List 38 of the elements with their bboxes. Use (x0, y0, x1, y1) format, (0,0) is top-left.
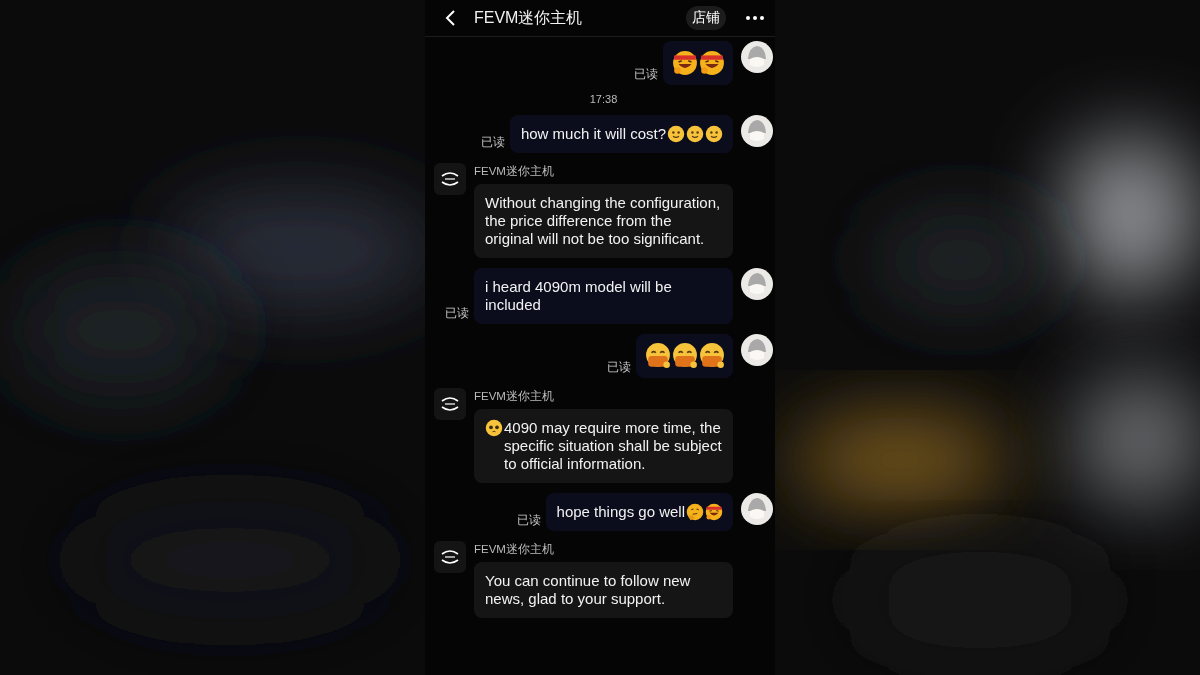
read-status: 已读 (516, 512, 541, 529)
more-icon[interactable] (745, 15, 765, 21)
logo-icon[interactable] (434, 541, 466, 573)
back-icon[interactable] (444, 9, 456, 27)
timestamp: 17:38 (588, 93, 619, 105)
read-status: 已读 (607, 359, 631, 376)
avatar-icon[interactable] (741, 41, 773, 73)
face-with-hands-icon (645, 343, 671, 369)
read-status: 已读 (480, 134, 505, 151)
sender-name: FEVM迷你主机 (474, 389, 555, 404)
smiling-face-icon (667, 125, 685, 143)
face-with-hands-icon (672, 343, 698, 369)
avatar-icon[interactable] (741, 493, 773, 525)
message-text: how much it will cost? (520, 125, 666, 143)
read-status: 已读 (634, 66, 658, 83)
pleading-face-icon (485, 419, 503, 437)
shop-button[interactable]: 店铺 (686, 6, 726, 30)
grinning-face-icon (705, 503, 723, 521)
message-text: 4090 may require more time, the specific situation shall be subject to official information. (504, 419, 723, 473)
smiling-face-icon (686, 125, 704, 143)
logo-icon[interactable] (434, 163, 466, 195)
smiling-face-icon (705, 125, 723, 143)
avatar-icon[interactable] (741, 268, 773, 300)
logo-icon[interactable] (434, 388, 466, 420)
sender-name: FEVM迷你主机 (474, 542, 555, 557)
read-status: 已读 (445, 305, 469, 322)
chat-title: FEVM迷你主机 (474, 7, 584, 28)
face-with-hands-icon (699, 343, 725, 369)
thinking-face-icon (686, 503, 704, 521)
message-text: Without changing the configuration, the price difference from the original will not be too significant. (485, 194, 722, 248)
message-text: You can continue to follow new news, glad to your support. (485, 572, 692, 608)
sender-name: FEVM迷你主机 (474, 164, 555, 179)
avatar-icon[interactable] (741, 115, 773, 147)
avatar-icon[interactable] (741, 334, 773, 366)
message-text: hope things go well (556, 503, 685, 521)
grinning-face-icon (672, 50, 698, 76)
message-text: i heard 4090m model will be included (485, 278, 673, 314)
grinning-face-icon (699, 50, 725, 76)
